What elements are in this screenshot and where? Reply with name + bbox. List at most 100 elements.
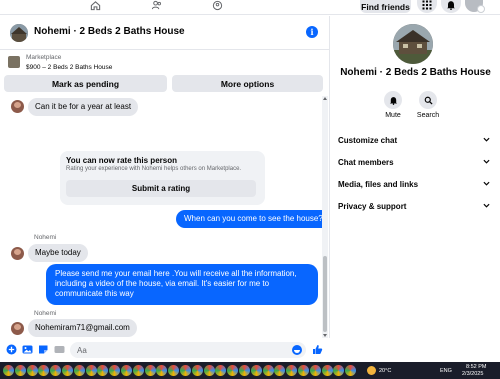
notifications-bell-icon[interactable] bbox=[441, 0, 461, 13]
top-navigation-bar: Find friends bbox=[0, 0, 500, 15]
taskbar-app-icon[interactable] bbox=[191, 365, 203, 376]
chevron-down-icon bbox=[483, 181, 490, 186]
message-input-container[interactable] bbox=[70, 342, 306, 358]
home-icon[interactable] bbox=[88, 0, 102, 11]
message-input[interactable] bbox=[77, 342, 285, 358]
chevron-down-icon bbox=[483, 159, 490, 164]
privacy-support-label: Privacy & support bbox=[338, 201, 407, 211]
taskbar-app-icon[interactable] bbox=[286, 365, 298, 376]
taskbar-app-icon[interactable] bbox=[333, 365, 345, 376]
weather-icon[interactable] bbox=[367, 366, 376, 375]
clock-date[interactable]: 2/3/2025 bbox=[462, 371, 483, 377]
listing-avatar[interactable] bbox=[10, 24, 28, 42]
taskbar-app-icon[interactable] bbox=[262, 365, 274, 376]
chat-window: Nohemi · 2 Beds 2 Baths House i Marketpl… bbox=[0, 16, 330, 362]
taskbar-app-icon[interactable] bbox=[321, 365, 333, 376]
taskbar-app-icon[interactable] bbox=[227, 365, 239, 376]
scroll-down-arrow-icon[interactable] bbox=[323, 334, 327, 337]
taskbar-app-icon[interactable] bbox=[121, 365, 132, 376]
listing-price-title: $900 – 2 Beds 2 Baths House bbox=[26, 64, 113, 71]
search-icon[interactable] bbox=[419, 91, 437, 109]
contact-avatar[interactable] bbox=[11, 322, 24, 335]
rating-prompt-card: You can now rate this person Rating your… bbox=[60, 151, 265, 205]
taskbar-app-icon[interactable] bbox=[14, 365, 26, 376]
taskbar-app-icon[interactable] bbox=[298, 365, 309, 376]
taskbar-app-icon[interactable] bbox=[73, 365, 85, 376]
contact-avatar[interactable] bbox=[11, 100, 24, 113]
mute-bell-icon[interactable] bbox=[384, 91, 402, 109]
more-options-button[interactable]: More options bbox=[172, 75, 323, 92]
taskbar-app-icon[interactable] bbox=[26, 365, 38, 376]
temperature-readout[interactable]: 20°C bbox=[379, 368, 391, 374]
taskbar-app-icon[interactable] bbox=[85, 365, 97, 376]
taskbar-app-icon[interactable] bbox=[156, 365, 168, 376]
taskbar-app-icon[interactable] bbox=[180, 365, 191, 376]
thumbs-up-like-icon[interactable] bbox=[312, 344, 323, 355]
rating-prompt-title: You can now rate this person bbox=[66, 156, 177, 165]
media-files-links-row[interactable]: Media, files and links bbox=[338, 175, 490, 193]
taskbar-app-icon[interactable] bbox=[215, 365, 227, 376]
privacy-support-row[interactable]: Privacy & support bbox=[338, 197, 490, 215]
taskbar-app-icon[interactable] bbox=[38, 365, 50, 376]
groups-icon[interactable] bbox=[210, 0, 224, 11]
mute-button[interactable]: Mute bbox=[377, 91, 409, 119]
search-button[interactable]: Search bbox=[412, 91, 444, 119]
conversation-info-panel: Nohemi · 2 Beds 2 Baths House Mute Searc… bbox=[331, 16, 500, 362]
taskbar-app-icon[interactable] bbox=[62, 365, 73, 376]
mark-as-pending-button[interactable]: Mark as pending bbox=[4, 75, 167, 92]
submit-rating-button[interactable]: Submit a rating bbox=[66, 180, 256, 197]
listing-thumbnail bbox=[8, 56, 20, 68]
add-more-icon[interactable] bbox=[6, 344, 17, 355]
scroll-up-arrow-icon[interactable] bbox=[323, 97, 327, 100]
language-indicator[interactable]: ENG bbox=[440, 368, 452, 374]
scrollbar-thumb[interactable] bbox=[323, 256, 327, 332]
listing-photo[interactable] bbox=[393, 24, 433, 64]
sticker-icon[interactable] bbox=[38, 344, 49, 355]
mute-label: Mute bbox=[385, 112, 401, 119]
taskbar-app-icon[interactable] bbox=[274, 365, 286, 376]
contact-avatar[interactable] bbox=[11, 247, 24, 260]
friends-icon[interactable] bbox=[149, 0, 163, 11]
marketplace-listing[interactable]: Marketplace $900 – 2 Beds 2 Baths House bbox=[0, 52, 330, 74]
message-bubble-incoming: Maybe today bbox=[28, 244, 88, 262]
taskbar-app-icon[interactable] bbox=[250, 365, 262, 376]
panel-title: Nohemi · 2 Beds 2 Baths House bbox=[340, 67, 491, 78]
menu-grid-icon[interactable] bbox=[417, 0, 437, 13]
chat-title[interactable]: Nohemi · 2 Beds 2 Baths House bbox=[34, 26, 185, 37]
windows-taskbar: 20°C ENG 8:52 PM 2/3/2025 bbox=[0, 362, 500, 379]
photo-icon[interactable] bbox=[22, 344, 33, 355]
search-label: Search bbox=[416, 112, 440, 119]
message-bubble-incoming: Can it be for a year at least bbox=[28, 98, 139, 116]
chat-members-row[interactable]: Chat members bbox=[338, 153, 490, 171]
gif-icon[interactable] bbox=[54, 344, 65, 355]
taskbar-app-icon[interactable] bbox=[109, 365, 121, 376]
chevron-down-icon bbox=[483, 137, 490, 142]
message-list: Can it be for a year at least You can no… bbox=[0, 96, 322, 338]
message-bubble-incoming: Nohemiram71@gmail.com bbox=[28, 319, 137, 337]
message-scrollbar[interactable] bbox=[322, 96, 328, 338]
taskbar-app-icon[interactable] bbox=[50, 365, 62, 376]
chevron-down-icon bbox=[483, 203, 490, 208]
message-bubble-outgoing: Please send me your email here .You will… bbox=[46, 264, 318, 305]
media-files-links-label: Media, files and links bbox=[338, 179, 419, 189]
taskbar-app-icon[interactable] bbox=[239, 365, 250, 376]
find-friends-button[interactable]: Find friends bbox=[360, 0, 411, 13]
chat-members-label: Chat members bbox=[338, 157, 394, 167]
clock-time[interactable]: 8:52 PM bbox=[466, 364, 486, 370]
taskbar-app-icon[interactable] bbox=[345, 365, 357, 376]
account-menu-chevron-icon[interactable] bbox=[477, 5, 485, 13]
taskbar-app-icon[interactable] bbox=[132, 365, 144, 376]
info-icon[interactable]: i bbox=[306, 26, 318, 38]
sender-name: Nohemi bbox=[34, 234, 57, 241]
rating-prompt-subtitle: Rating your experience with Nohemi helps… bbox=[66, 166, 242, 172]
taskbar-app-icon[interactable] bbox=[3, 365, 14, 376]
emoji-icon[interactable] bbox=[292, 345, 302, 355]
taskbar-app-icon[interactable] bbox=[309, 365, 321, 376]
chat-header: Nohemi · 2 Beds 2 Baths House i bbox=[0, 16, 330, 50]
customize-chat-row[interactable]: Customize chat bbox=[338, 131, 490, 149]
taskbar-app-icon[interactable] bbox=[168, 365, 180, 376]
message-composer bbox=[0, 338, 330, 362]
taskbar-app-icon[interactable] bbox=[144, 365, 156, 376]
taskbar-app-icon[interactable] bbox=[203, 365, 215, 376]
taskbar-app-icon[interactable] bbox=[97, 365, 109, 376]
